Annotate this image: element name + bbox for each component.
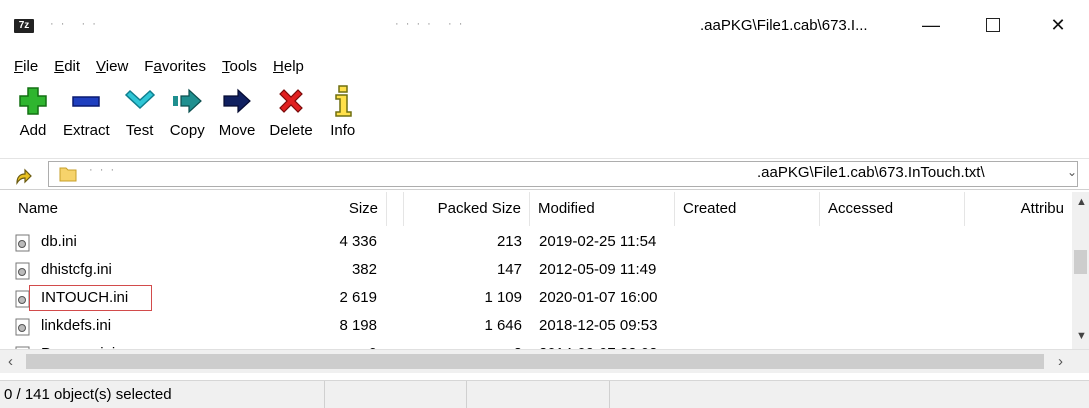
menu-view[interactable]: View (96, 58, 128, 75)
column-header-packed[interactable]: Packed Size (387, 192, 530, 226)
file-size: 8 198 (339, 317, 377, 334)
menu-edit[interactable]: Edit (54, 58, 80, 75)
column-header-modified[interactable]: Modified (530, 192, 675, 226)
settings-file-icon (14, 318, 32, 336)
file-name: db.ini (41, 233, 77, 250)
menu-bar: File Edit View Favorites Tools Help (0, 52, 320, 80)
file-name: Procnec.ini (41, 340, 115, 349)
file-packed-size: 1 109 (484, 289, 522, 306)
menu-tools[interactable]: Tools (222, 58, 257, 75)
scroll-right-icon[interactable]: › (1058, 353, 1063, 370)
menu-help[interactable]: Help (273, 58, 304, 75)
chevron-down-icon[interactable]: ⌄ (1067, 165, 1077, 179)
info-button[interactable]: Info (320, 84, 366, 152)
path-input[interactable]: · · · .aaPKG\File1.cab\673.InTouch.txt\ … (48, 161, 1078, 187)
scroll-down-icon[interactable]: ▼ (1076, 330, 1087, 342)
file-modified: 2019-02-25 11:54 (539, 233, 657, 250)
check-chevron-icon (124, 84, 156, 118)
delete-x-icon (275, 84, 307, 118)
horizontal-scrollbar[interactable]: ‹ › (0, 349, 1089, 373)
file-size: 0 (300, 340, 377, 349)
folder-icon (59, 165, 77, 183)
app-icon[interactable]: 7z (14, 19, 34, 33)
file-list: Name Size Packed Size Modified Created A… (0, 192, 1089, 349)
file-modified: 2018-12-05 09:53 (539, 317, 658, 334)
file-size: 382 (351, 261, 377, 278)
status-selection: 0 / 141 object(s) selected (0, 381, 325, 408)
move-arrow-icon (221, 84, 253, 118)
settings-file-icon (14, 234, 32, 252)
title-redacted: · · · · · · (395, 18, 465, 30)
table-row[interactable]: linkdefs.ini 8 198 1 646 2018-12-05 09:5… (0, 312, 1072, 340)
path-redacted: · · · (89, 164, 117, 176)
file-packed-size: 1 646 (484, 317, 522, 334)
plus-icon (17, 84, 49, 118)
title-bar: 7z · · · · · · · · · · .aaPKG\File1.cab\… (0, 0, 1089, 50)
table-row[interactable]: INTOUCH.ini 2 619 1 109 2020-01-07 16:00 (0, 284, 1072, 312)
file-packed-size: 147 (496, 261, 522, 278)
scroll-left-icon[interactable]: ‹ (8, 353, 13, 370)
maximize-icon (986, 18, 1000, 32)
file-name: dhistcfg.ini (41, 261, 112, 278)
extract-button[interactable]: Extract (56, 84, 117, 152)
status-packed (467, 381, 610, 408)
table-row[interactable]: db.ini 4 336 213 2019-02-25 11:54 (0, 228, 1072, 256)
file-packed-size: 213 (496, 233, 522, 250)
close-button[interactable]: ✕ (1027, 0, 1089, 50)
file-size: 2 619 (339, 289, 377, 306)
column-header-accessed[interactable]: Accessed (820, 192, 965, 226)
move-button[interactable]: Move (212, 84, 263, 152)
address-bar: · · · .aaPKG\File1.cab\673.InTouch.txt\ … (0, 158, 1089, 190)
minus-icon (70, 84, 102, 118)
file-modified: 2012-05-09 11:49 (539, 261, 657, 278)
copy-arrow-icon (171, 84, 203, 118)
minimize-icon: — (922, 14, 940, 35)
table-row[interactable]: Procnec.ini 0 2 2014-09-07 22:02 (0, 340, 1072, 349)
horizontal-scroll-thumb[interactable] (26, 354, 1044, 369)
file-packed-size: 2 (400, 340, 522, 349)
close-icon: ✕ (1050, 14, 1066, 35)
file-modified: 2020-01-07 16:00 (539, 289, 658, 306)
minimize-button[interactable]: — (900, 0, 962, 50)
copy-button[interactable]: Copy (163, 84, 212, 152)
toolbar: Add Extract Test Copy Move Delete Info (0, 84, 366, 152)
column-header-created[interactable]: Created (675, 192, 820, 226)
file-name: linkdefs.ini (41, 317, 112, 334)
test-button[interactable]: Test (117, 84, 163, 152)
column-header-attributes[interactable]: Attribu (965, 192, 1072, 226)
table-row[interactable]: dhistcfg.ini 382 147 2012-05-09 11:49 (0, 256, 1072, 284)
file-size: 4 336 (339, 233, 377, 250)
vertical-scroll-thumb[interactable] (1074, 250, 1087, 274)
status-bar: 0 / 141 object(s) selected (0, 380, 1089, 408)
scroll-up-icon[interactable]: ▲ (1076, 196, 1087, 208)
window-title: .aaPKG\File1.cab\673.I... (700, 17, 868, 34)
settings-file-icon (14, 262, 32, 280)
path-text: .aaPKG\File1.cab\673.InTouch.txt\ (757, 164, 985, 181)
add-button[interactable]: Add (10, 84, 56, 152)
status-size (325, 381, 467, 408)
column-header-size-label[interactable]: Size (300, 192, 387, 226)
file-modified: 2014-09-07 22:02 (539, 340, 657, 349)
file-name: INTOUCH.ini (41, 289, 129, 306)
title-redacted: · · · · (50, 18, 98, 30)
vertical-scrollbar[interactable]: ▲ ▼ (1072, 192, 1089, 349)
delete-button[interactable]: Delete (262, 84, 319, 152)
maximize-button[interactable] (962, 0, 1024, 50)
menu-favorites[interactable]: Favorites (144, 58, 206, 75)
menu-file[interactable]: File (14, 58, 38, 75)
info-icon (327, 84, 359, 118)
status-extra (610, 381, 1089, 408)
up-folder-icon[interactable] (14, 165, 34, 185)
